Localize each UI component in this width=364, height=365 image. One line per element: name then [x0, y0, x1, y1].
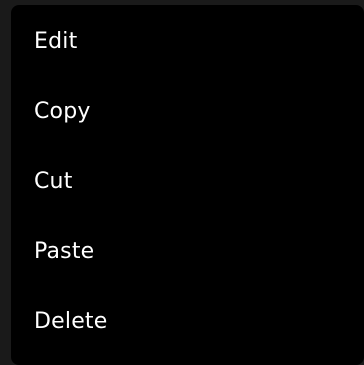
menu-item-cut[interactable]: Cut	[11, 146, 364, 216]
menu-item-edit[interactable]: Edit	[11, 6, 364, 76]
menu-item-paste[interactable]: Paste	[11, 216, 364, 286]
context-menu: Edit Copy Cut Paste Delete	[11, 5, 364, 365]
menu-item-copy[interactable]: Copy	[11, 76, 364, 146]
menu-item-label: Paste	[34, 238, 95, 264]
menu-item-label: Edit	[34, 28, 78, 54]
menu-item-label: Delete	[34, 308, 108, 334]
menu-item-delete[interactable]: Delete	[11, 286, 364, 356]
menu-item-label: Copy	[34, 98, 91, 124]
menu-item-label: Cut	[34, 168, 73, 194]
